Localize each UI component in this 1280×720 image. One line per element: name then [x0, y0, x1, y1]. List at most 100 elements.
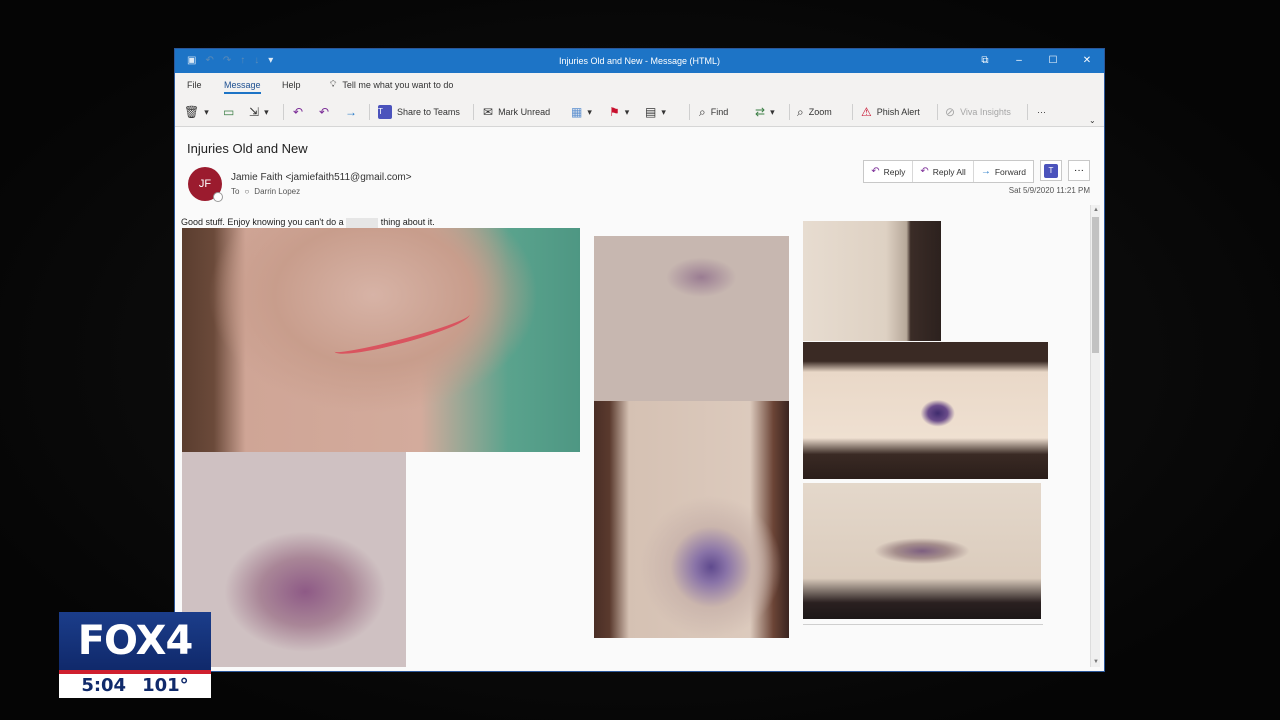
archive-button[interactable]: ▭ — [223, 103, 234, 121]
archive-icon: ▭ — [223, 105, 235, 119]
zoom-label: Zoom — [808, 107, 832, 117]
reply-label: Reply — [883, 166, 906, 177]
current-time: 5:04 — [81, 675, 127, 696]
outlook-message-window: ▣ ↶ ↷ ↑ ↓ ▾ Injuries Old and New - Messa… — [174, 48, 1105, 672]
teams-icon: T — [378, 105, 392, 119]
viva-insights-button[interactable]: ⊘ Viva Insights — [945, 103, 1011, 121]
tab-file[interactable]: File — [187, 80, 202, 90]
zoom-icon: ⌕ — [797, 105, 804, 119]
tell-me-text: Tell me what you want to do — [342, 79, 454, 90]
policy-icon: ▤ — [645, 105, 657, 119]
to-label: To — [231, 187, 240, 196]
tab-help[interactable]: Help — [282, 80, 301, 90]
translate-button[interactable]: ⇄ ▾ — [755, 103, 775, 121]
reply-all-button[interactable]: ↶ Reply All — [913, 161, 974, 182]
photo-leg-bruise — [803, 483, 1041, 619]
reply-button[interactable]: ↶ Reply — [864, 161, 914, 182]
viva-insights-icon: ⊘ — [945, 105, 956, 119]
time-temp-bar: 5:04 101° — [59, 674, 211, 698]
divider — [803, 624, 1043, 625]
photo-arm-top — [803, 221, 941, 341]
phish-alert-button[interactable]: ⚠︎ Phish Alert — [861, 103, 920, 121]
recipient-name[interactable]: Darrin Lopez — [254, 187, 300, 196]
categorize-button[interactable]: ▦ ▾ — [571, 103, 592, 121]
photo-neck-scratch — [182, 228, 580, 452]
ribbon-divider — [369, 104, 370, 120]
ribbon-divider — [937, 104, 938, 120]
teams-share-button[interactable]: T — [1040, 160, 1062, 181]
presence-indicator — [213, 192, 223, 202]
more-commands-button[interactable]: ··· — [1037, 103, 1046, 121]
policy-button[interactable]: ▤ ▾ — [645, 103, 666, 121]
menu-bar: File Message Help 💡︎ Tell me what you wa… — [175, 73, 1104, 97]
recipient-line: To ○ Darrin Lopez — [231, 187, 300, 196]
delete-button[interactable]: 🗑︎ ▾ — [184, 103, 209, 121]
photo-forearm-bruise — [803, 342, 1048, 479]
minimize-button[interactable]: – — [1002, 49, 1036, 73]
scroll-down-icon[interactable]: ▼ — [1091, 657, 1101, 667]
phish-alert-label: Phish Alert — [876, 107, 920, 117]
forward-label: Forward — [994, 166, 1026, 177]
reply-all-icon: ↶ — [920, 166, 929, 177]
reply-all-icon: ↶ — [319, 105, 330, 119]
follow-up-button[interactable]: ⚑ ▾ — [609, 103, 629, 121]
maximize-button[interactable]: ☐ — [1036, 49, 1070, 73]
ribbon-divider — [852, 104, 853, 120]
ribbon-toolbar: 🗑︎ ▾ ▭ ⇲ ▾ ↶ ↶ → T Share to Teams ✉︎ Mark Un… — [175, 97, 1104, 127]
message-body: Good stuff. Enjoy knowing you can't do a… — [181, 217, 1086, 667]
zoom-button[interactable]: ⌕ Zoom — [797, 103, 832, 121]
reply-icon: ↶ — [871, 166, 880, 177]
photo-skin-bruise — [594, 236, 789, 401]
flag-icon: ⚑ — [609, 105, 620, 119]
scroll-up-icon[interactable]: ▲ — [1091, 205, 1101, 215]
restore-icon[interactable]: ⧉ — [968, 49, 1002, 73]
envelope-icon: ✉︎ — [483, 105, 494, 119]
ribbon-divider — [473, 104, 474, 120]
close-button[interactable]: ✕ — [1070, 49, 1104, 73]
tab-message[interactable]: Message — [224, 80, 261, 94]
current-temperature: 101° — [142, 675, 189, 696]
reply-ribbon-button[interactable]: ↶ — [293, 103, 303, 121]
body-text: Good stuff. Enjoy knowing you can't do a… — [181, 217, 435, 228]
chevron-down-icon: ▾ — [587, 106, 592, 117]
mark-unread-button[interactable]: ✉︎ Mark Unread — [483, 103, 550, 121]
title-bar: ▣ ↶ ↷ ↑ ↓ ▾ Injuries Old and New - Messa… — [175, 49, 1104, 73]
vertical-scrollbar[interactable]: ▲ ▼ — [1090, 205, 1100, 667]
message-subject: Injuries Old and New — [187, 141, 308, 156]
sender-address[interactable]: Jamie Faith <jamiefaith511@gmail.com> — [231, 172, 412, 183]
redaction-box — [346, 217, 379, 228]
chevron-down-icon: ▾ — [770, 106, 775, 117]
move-icon: ⇲ — [249, 105, 260, 119]
ribbon-divider — [1027, 104, 1028, 120]
find-button[interactable]: ⌕ Find — [699, 103, 728, 121]
forward-button[interactable]: → Forward — [974, 161, 1033, 182]
window-controls: ⧉ – ☐ ✕ — [968, 49, 1104, 73]
find-label: Find — [710, 107, 729, 117]
viva-insights-label: Viva Insights — [960, 107, 1011, 117]
scratch-mark — [331, 306, 473, 360]
reading-pane: Injuries Old and New JF Jamie Faith <jam… — [175, 127, 1104, 671]
scroll-thumb[interactable] — [1092, 217, 1099, 353]
teams-icon: T — [1044, 164, 1058, 178]
forward-ribbon-button[interactable]: → — [345, 103, 357, 121]
move-button[interactable]: ⇲ ▾ — [249, 103, 269, 121]
lightbulb-icon: 💡︎ — [330, 79, 337, 89]
chevron-down-icon: ▾ — [204, 106, 209, 117]
body-text-start: Good stuff. Enjoy knowing you can't do a — [181, 217, 344, 227]
search-icon: ⌕ — [699, 105, 706, 119]
reply-all-ribbon-button[interactable]: ↶ — [319, 103, 329, 121]
tell-me-search[interactable]: 💡︎ Tell me what you want to do — [330, 79, 453, 90]
recipient-presence-icon: ○ — [244, 187, 250, 196]
message-date: Sat 5/9/2020 11:21 PM — [1008, 186, 1090, 195]
forward-icon: → — [345, 105, 357, 119]
ribbon-divider — [789, 104, 790, 120]
message-actions: ↶ Reply ↶ Reply All → Forward T ··· — [863, 160, 1090, 183]
mark-unread-label: Mark Unread — [498, 107, 551, 117]
phish-alert-icon: ⚠︎ — [861, 105, 872, 119]
share-to-teams-button[interactable]: T Share to Teams — [378, 103, 460, 121]
chevron-down-icon: ▾ — [624, 106, 630, 117]
station-bug: FOX4 5:04 101° — [59, 612, 211, 698]
translate-icon: ⇄ — [755, 105, 766, 119]
chevron-down-icon: ▾ — [264, 106, 269, 117]
more-actions-button[interactable]: ··· — [1068, 160, 1090, 181]
